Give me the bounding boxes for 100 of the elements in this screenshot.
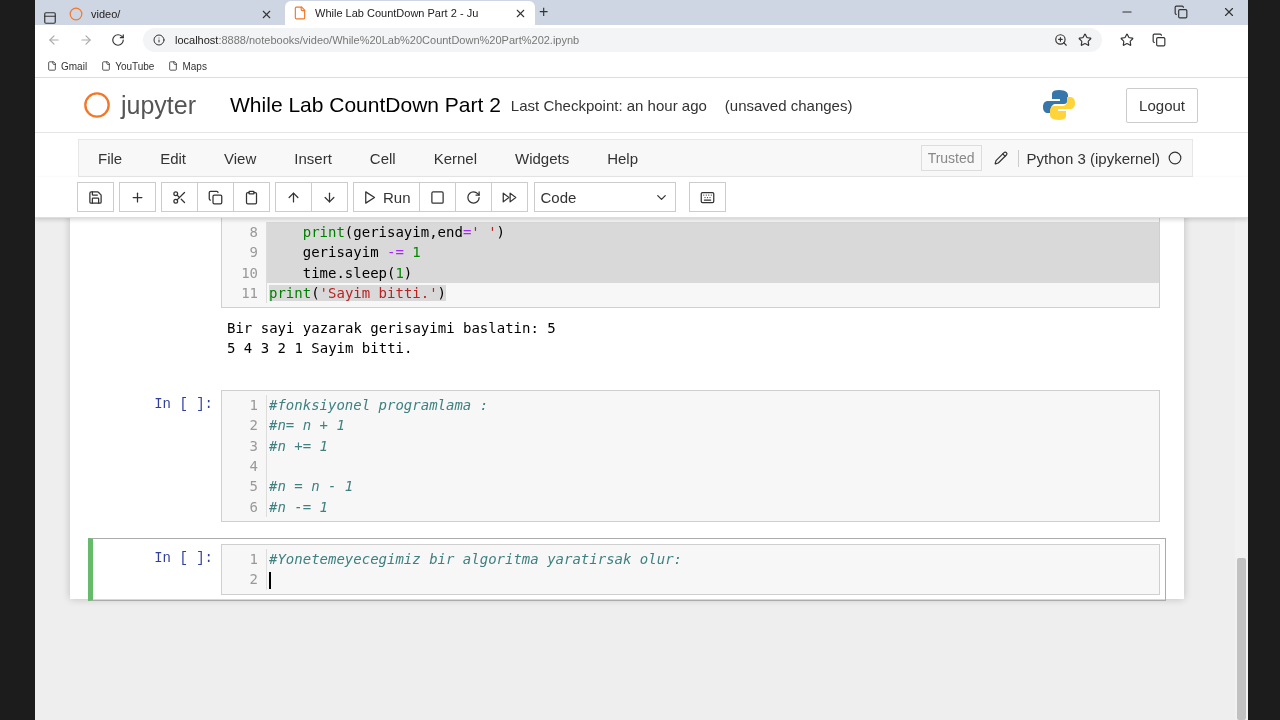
code-token: ) xyxy=(437,284,447,301)
zoom-icon[interactable] xyxy=(1054,33,1068,47)
code-token: #n= n + 1 xyxy=(269,417,345,434)
collections-icon[interactable] xyxy=(1152,33,1166,47)
bookmark[interactable]: Gmail xyxy=(47,60,88,72)
save-status: (unsaved changes) xyxy=(724,96,853,114)
bookmark[interactable]: YouTube xyxy=(101,60,155,72)
code-token: print xyxy=(269,284,312,301)
line-number: 5 xyxy=(248,477,259,497)
restart-button[interactable] xyxy=(454,182,492,212)
star-icon[interactable] xyxy=(1078,33,1092,47)
line-number: 9 xyxy=(248,243,259,263)
menu-item[interactable]: Cell xyxy=(350,149,415,167)
jupyter-logo: jupyter xyxy=(121,90,197,120)
code-token: 1 xyxy=(412,244,421,261)
cut-button[interactable] xyxy=(161,182,198,212)
page-icon xyxy=(168,61,179,71)
close-icon[interactable] xyxy=(1222,5,1236,19)
code-token: #n = n - 1 xyxy=(269,478,354,495)
code-token: gerisayim xyxy=(302,244,380,261)
cell-output: Bir sayi yazarak gerisayimi baslatin: 5 xyxy=(227,319,557,339)
arrow-down-icon xyxy=(322,189,337,205)
browser-tab[interactable]: video/ xyxy=(61,3,281,25)
line-number: 2 xyxy=(248,570,259,590)
pencil-icon[interactable] xyxy=(993,151,1008,165)
code-token: ' ' xyxy=(471,224,497,240)
menu-item[interactable]: Insert xyxy=(275,149,351,167)
python-logo-icon xyxy=(1042,88,1077,122)
code-token: = xyxy=(462,224,472,240)
code-token: 1 xyxy=(395,264,404,281)
code-token: ( xyxy=(311,284,320,301)
page-icon xyxy=(47,61,57,71)
menu-item[interactable]: File xyxy=(79,149,142,167)
menu-item[interactable]: Kernel xyxy=(414,149,496,167)
line-number: 11 xyxy=(240,283,259,303)
kernel-name[interactable]: Python 3 (ipykernel) xyxy=(1017,149,1160,167)
keyboard-button[interactable] xyxy=(688,182,726,212)
stop-button[interactable] xyxy=(418,182,456,212)
run-all-button[interactable] xyxy=(490,182,528,212)
bookmark[interactable]: Maps xyxy=(168,60,207,72)
move-down-button[interactable] xyxy=(311,182,348,212)
restore-icon[interactable] xyxy=(1174,5,1188,19)
code-token: #fonksiyonel programlama : xyxy=(269,397,489,414)
cell-type-dropdown[interactable]: Code xyxy=(533,182,676,212)
line-number: 8 xyxy=(248,223,259,242)
scissors-icon xyxy=(172,189,187,205)
code-token: #n -= 1 xyxy=(269,498,328,515)
paste-button[interactable] xyxy=(233,182,270,212)
menu-item[interactable]: View xyxy=(205,149,276,167)
code-token: time.sleep( xyxy=(302,264,396,281)
code-token: ) xyxy=(496,224,506,240)
code-token: #n += 1 xyxy=(269,437,328,454)
restart-icon xyxy=(465,189,481,205)
line-number: 1 xyxy=(248,396,259,416)
notebook-cell[interactable]: In [ ]: 1 2 3 4 5 6 #fonksiyonel programlama : #n= n + 1 #n += 1 #n = n - 1 #n -= 1 xyxy=(88,384,1166,528)
new-tab-button[interactable]: + xyxy=(539,3,549,21)
code-token: (gerisayim,end xyxy=(344,224,463,240)
add-cell-button[interactable] xyxy=(119,182,156,212)
code-token: ) xyxy=(403,264,413,281)
line-number: 2 xyxy=(248,416,259,436)
reload-icon[interactable] xyxy=(111,33,125,47)
info-icon xyxy=(153,34,165,46)
move-up-button[interactable] xyxy=(275,182,312,212)
copy-icon xyxy=(208,189,223,205)
checkpoint-text: Last Checkpoint: an hour ago xyxy=(510,96,707,114)
code-editor[interactable]: 8 9 10 11 print(gerisayim,end=' ') gerisayim -= 1 time.sleep(1) print('Sayim bitti.') xyxy=(221,218,1160,309)
code-token: -= xyxy=(387,244,405,261)
run-button[interactable]: Run xyxy=(353,182,420,212)
save-button[interactable] xyxy=(77,182,114,212)
notebook-cell[interactable]: In [ ]: 1 2 #Yonetemeyecegimiz bir algoritma yaratirsak olur: xyxy=(88,537,1166,601)
menu-item[interactable]: Widgets xyxy=(496,149,589,167)
code-editor[interactable]: 1 2 3 4 5 6 #fonksiyonel programlama : #n= n + 1 #n += 1 #n = n - 1 #n -= 1 xyxy=(221,390,1160,522)
code-token: #Yonetemeyecegimiz bir algoritma yaratirsak olur: xyxy=(269,550,682,567)
url-text: localhost:8888/notebooks/video/While%20Lab%20CountDown%20Part%202.ipynb xyxy=(175,34,581,46)
cell-prompt: In [ ]: xyxy=(153,395,214,415)
square-icon xyxy=(429,189,445,205)
line-number: 1 xyxy=(248,549,259,569)
cell-output: 5 4 3 2 1 Sayim bitti. xyxy=(227,339,414,359)
play-icon xyxy=(362,189,377,205)
notebook-title[interactable]: While Lab CountDown Part 2 xyxy=(230,93,501,117)
address-bar[interactable]: localhost:8888/notebooks/video/While%20Lab%20CountDown%20Part%202.ipynb xyxy=(143,28,1102,52)
browser-tab[interactable]: While Lab CountDown Part 2 - Ju xyxy=(285,1,535,25)
code-token: print xyxy=(302,224,345,240)
code-editor[interactable]: 1 2 #Yonetemeyecegimiz bir algoritma yaratirsak olur: xyxy=(221,543,1160,595)
kernel-status-icon xyxy=(1168,151,1182,165)
keyboard-icon xyxy=(699,189,715,205)
notebook-cell[interactable]: 8 9 10 11 print(gerisayim,end=' ') gerisayim -= 1 time.sleep(1) print('Sayim bitti.') Bir sayi yazarak gerisayimi baslatin: 5 5 4 3 2 1 Sayim bitti. xyxy=(88,218,1166,365)
jupyter-logo-icon xyxy=(83,91,111,119)
notebook-icon xyxy=(293,6,307,20)
copy-button[interactable] xyxy=(197,182,234,212)
logout-button[interactable]: Logout xyxy=(1126,87,1198,123)
menu-item[interactable]: Edit xyxy=(141,149,206,167)
line-number: 3 xyxy=(248,436,259,456)
clipboard-icon xyxy=(244,189,259,205)
menu-item[interactable]: Help xyxy=(588,149,658,167)
favorites-icon[interactable] xyxy=(1120,33,1134,47)
sidebar-icon[interactable] xyxy=(43,11,57,25)
plus-icon xyxy=(130,189,145,205)
code-token: 'Sayim bitti.' xyxy=(319,284,438,301)
line-number: 10 xyxy=(240,263,259,283)
